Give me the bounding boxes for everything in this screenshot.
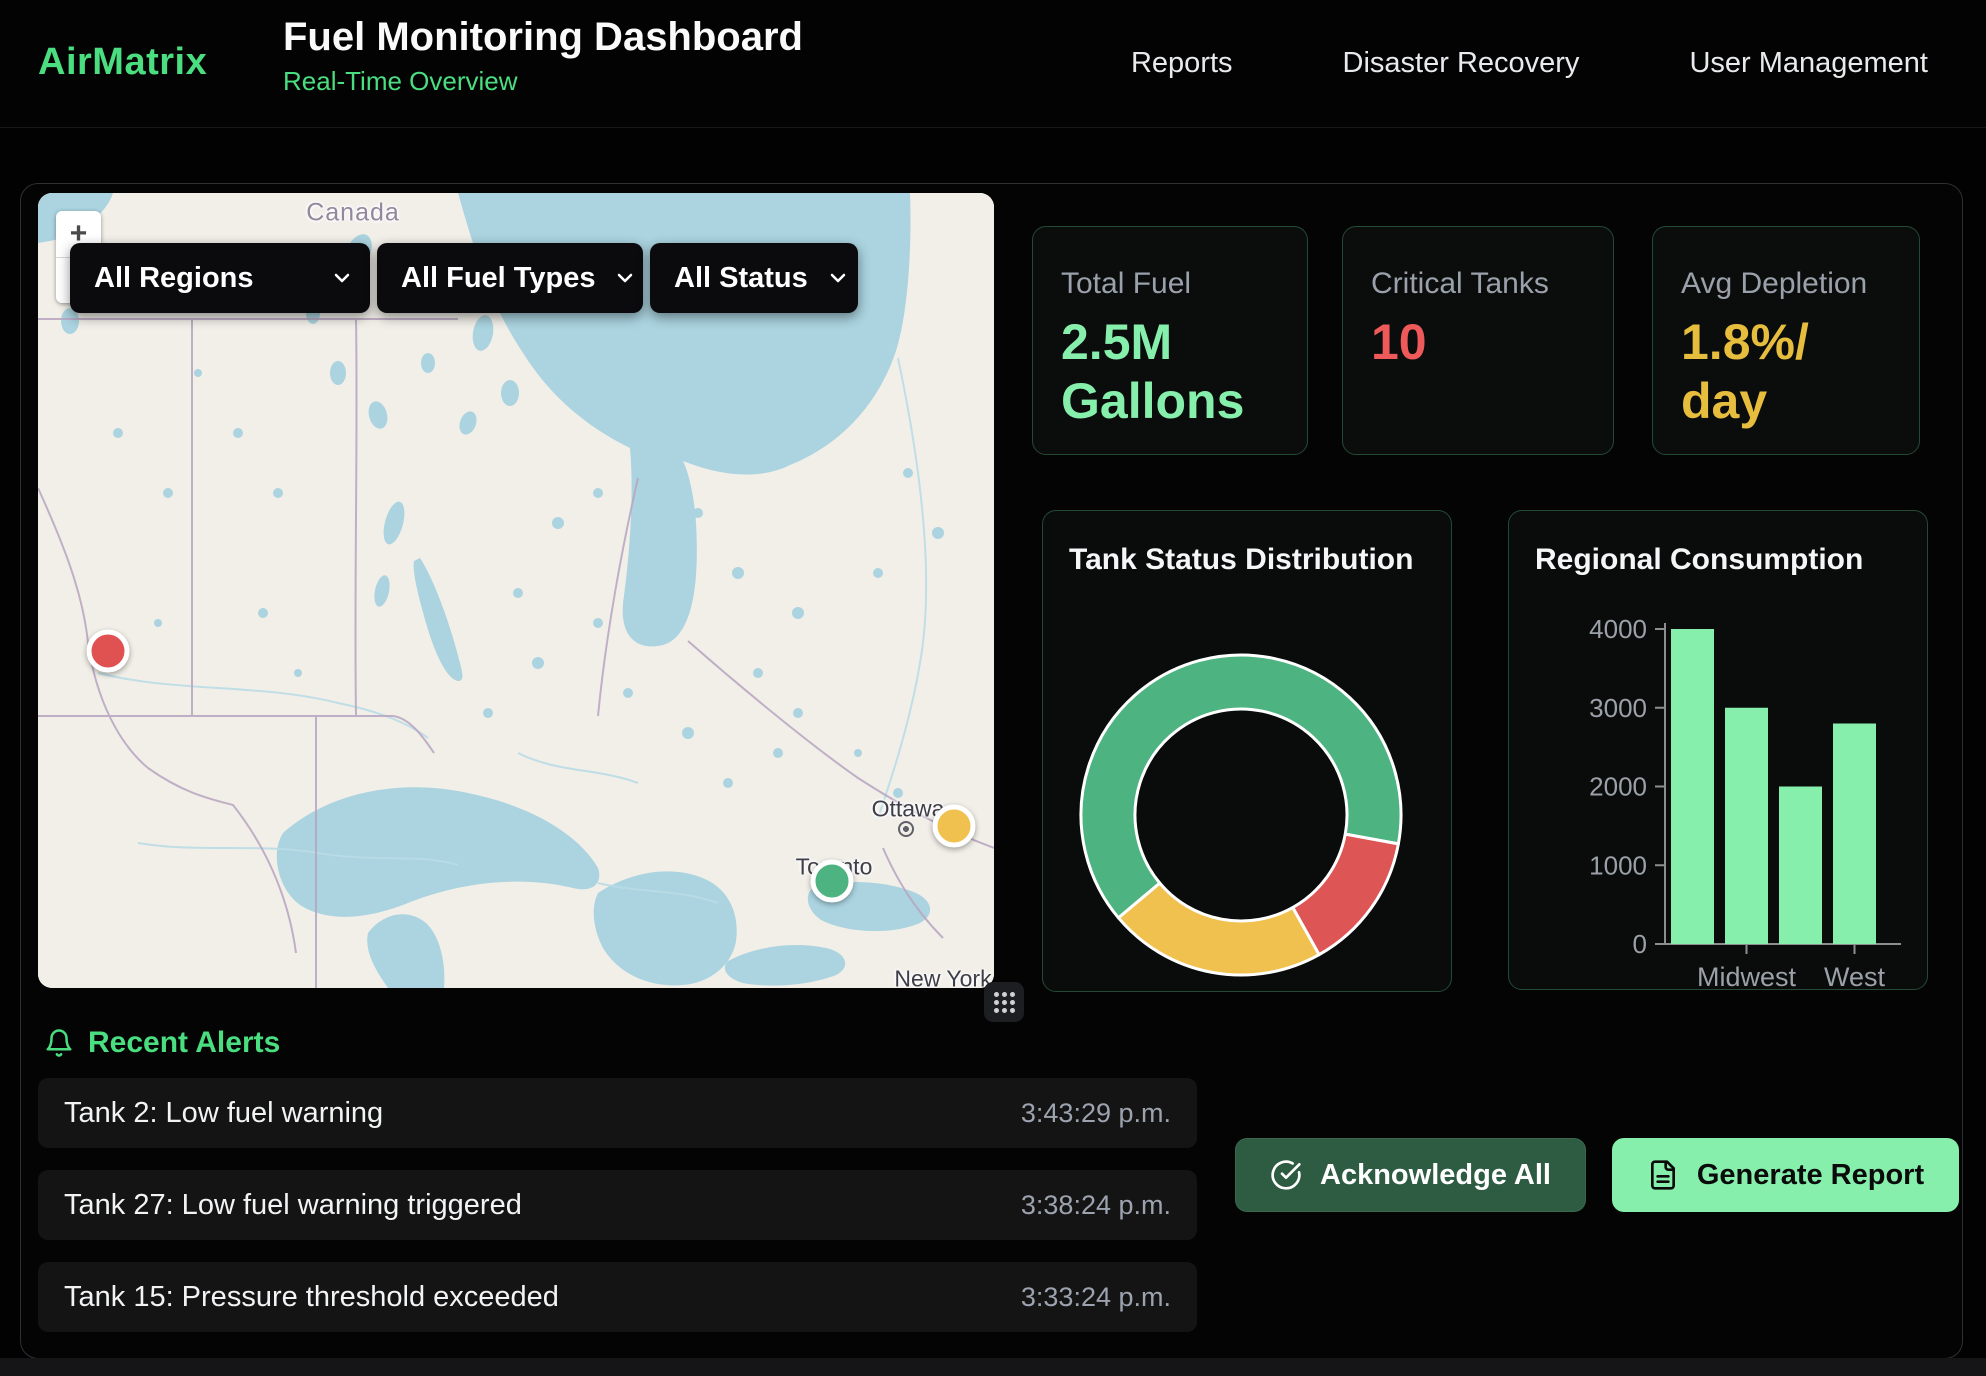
- alert-time: 3:33:24 p.m.: [1021, 1282, 1171, 1313]
- map-label-canada: Canada: [306, 199, 400, 228]
- bar-region-2: [1779, 787, 1822, 945]
- y-tick-label: 0: [1633, 929, 1647, 959]
- chevron-down-icon: [826, 266, 850, 290]
- stat-label: Critical Tanks: [1371, 267, 1587, 301]
- generate-report-button[interactable]: Generate Report: [1612, 1138, 1959, 1212]
- tank-status-donut-chart: [1043, 511, 1453, 993]
- recent-alerts-heading: Recent Alerts: [44, 1026, 280, 1060]
- map-filters: All Regions All Fuel Types All Status: [70, 243, 858, 313]
- nav-item-reports[interactable]: Reports: [1131, 47, 1233, 80]
- y-tick-label: 4000: [1589, 614, 1647, 644]
- stat-label: Avg Depletion: [1681, 267, 1893, 301]
- stat-value: 1.8%/ day: [1681, 313, 1893, 430]
- x-tick-label: Midwest: [1697, 962, 1797, 991]
- filter-dropdown-label: All Fuel Types: [401, 262, 595, 295]
- brand-logo: AirMatrix: [38, 41, 207, 84]
- main-nav: Reports Disaster Recovery User Management: [1131, 0, 1928, 127]
- alert-time: 3:38:24 p.m.: [1021, 1190, 1171, 1221]
- check-circle-icon: [1270, 1159, 1302, 1191]
- stat-label: Total Fuel: [1061, 267, 1281, 301]
- stat-card-avg-depletion: Avg Depletion 1.8%/ day: [1652, 226, 1920, 455]
- bell-icon: [44, 1028, 74, 1058]
- chart-title: Regional Consumption: [1535, 543, 1863, 577]
- y-tick-label: 2000: [1589, 772, 1647, 802]
- bar-region-1: [1725, 708, 1768, 944]
- regional-consumption-chart-card: Regional Consumption 0 1000 2000 3000 4000 Mi…: [1508, 510, 1928, 990]
- stat-value: 2.5M Gallons: [1061, 313, 1281, 430]
- nav-item-user-management[interactable]: User Management: [1689, 47, 1928, 80]
- recent-alerts-label: Recent Alerts: [88, 1026, 280, 1060]
- filter-dropdown-all-fuel-types[interactable]: All Fuel Types: [377, 243, 643, 313]
- filter-dropdown-all-status[interactable]: All Status: [650, 243, 858, 313]
- bar-region-0: [1671, 629, 1714, 944]
- tank-marker-warning[interactable]: [933, 805, 976, 848]
- x-tick-label: West: [1824, 962, 1886, 991]
- alert-row: Tank 27: Low fuel warning triggered 3:38:…: [38, 1170, 1197, 1240]
- y-tick-label: 1000: [1589, 850, 1647, 880]
- filter-dropdown-all-regions[interactable]: All Regions: [70, 243, 370, 313]
- stat-value: 10: [1371, 313, 1587, 372]
- filter-dropdown-label: All Status: [674, 262, 808, 295]
- stat-card-critical-tanks: Critical Tanks 10: [1342, 226, 1614, 455]
- filter-dropdown-label: All Regions: [94, 262, 254, 295]
- bar-region-3: [1833, 724, 1876, 945]
- title-block: Fuel Monitoring Dashboard Real-Time Over…: [283, 14, 803, 97]
- tank-status-chart-card: Tank Status Distribution: [1042, 510, 1452, 992]
- regional-consumption-bar-chart: 0 1000 2000 3000 4000 Midwest West: [1509, 511, 1929, 991]
- tank-marker-critical[interactable]: [87, 630, 130, 673]
- nav-item-disaster-recovery[interactable]: Disaster Recovery: [1343, 47, 1580, 80]
- acknowledge-all-label: Acknowledge All: [1320, 1159, 1551, 1192]
- stat-card-total-fuel: Total Fuel 2.5M Gallons: [1032, 226, 1308, 455]
- map-panel[interactable]: CanadaOttawaTorontoNew York + − All Regi…: [38, 193, 994, 988]
- file-text-icon: [1647, 1159, 1679, 1191]
- alert-row: Tank 15: Pressure threshold exceeded 3:33…: [38, 1262, 1197, 1332]
- generate-report-label: Generate Report: [1697, 1159, 1924, 1192]
- tank-marker-normal[interactable]: [811, 860, 854, 903]
- dashboard-page: AirMatrix Fuel Monitoring Dashboard Real…: [0, 0, 1986, 1376]
- page-title: Fuel Monitoring Dashboard: [283, 14, 803, 60]
- map-label-new-york: New York: [894, 966, 991, 989]
- chevron-down-icon: [330, 266, 354, 290]
- alert-text: Tank 27: Low fuel warning triggered: [64, 1189, 522, 1222]
- alert-text: Tank 2: Low fuel warning: [64, 1097, 383, 1130]
- page-subtitle: Real-Time Overview: [283, 66, 803, 97]
- resize-drag-handle-icon[interactable]: [984, 982, 1024, 1022]
- chevron-down-icon: [613, 266, 637, 290]
- donut-segment-warning: [1118, 883, 1319, 975]
- app-header: AirMatrix Fuel Monitoring Dashboard Real…: [0, 0, 1986, 128]
- bottom-strip: [0, 1358, 1986, 1376]
- alert-text: Tank 15: Pressure threshold exceeded: [64, 1281, 559, 1314]
- town-symbol-icon: [898, 821, 914, 837]
- chart-title: Tank Status Distribution: [1069, 543, 1413, 577]
- y-tick-label: 3000: [1589, 693, 1647, 723]
- alert-row: Tank 2: Low fuel warning 3:43:29 p.m.: [38, 1078, 1197, 1148]
- acknowledge-all-button[interactable]: Acknowledge All: [1235, 1138, 1586, 1212]
- alert-time: 3:43:29 p.m.: [1021, 1098, 1171, 1129]
